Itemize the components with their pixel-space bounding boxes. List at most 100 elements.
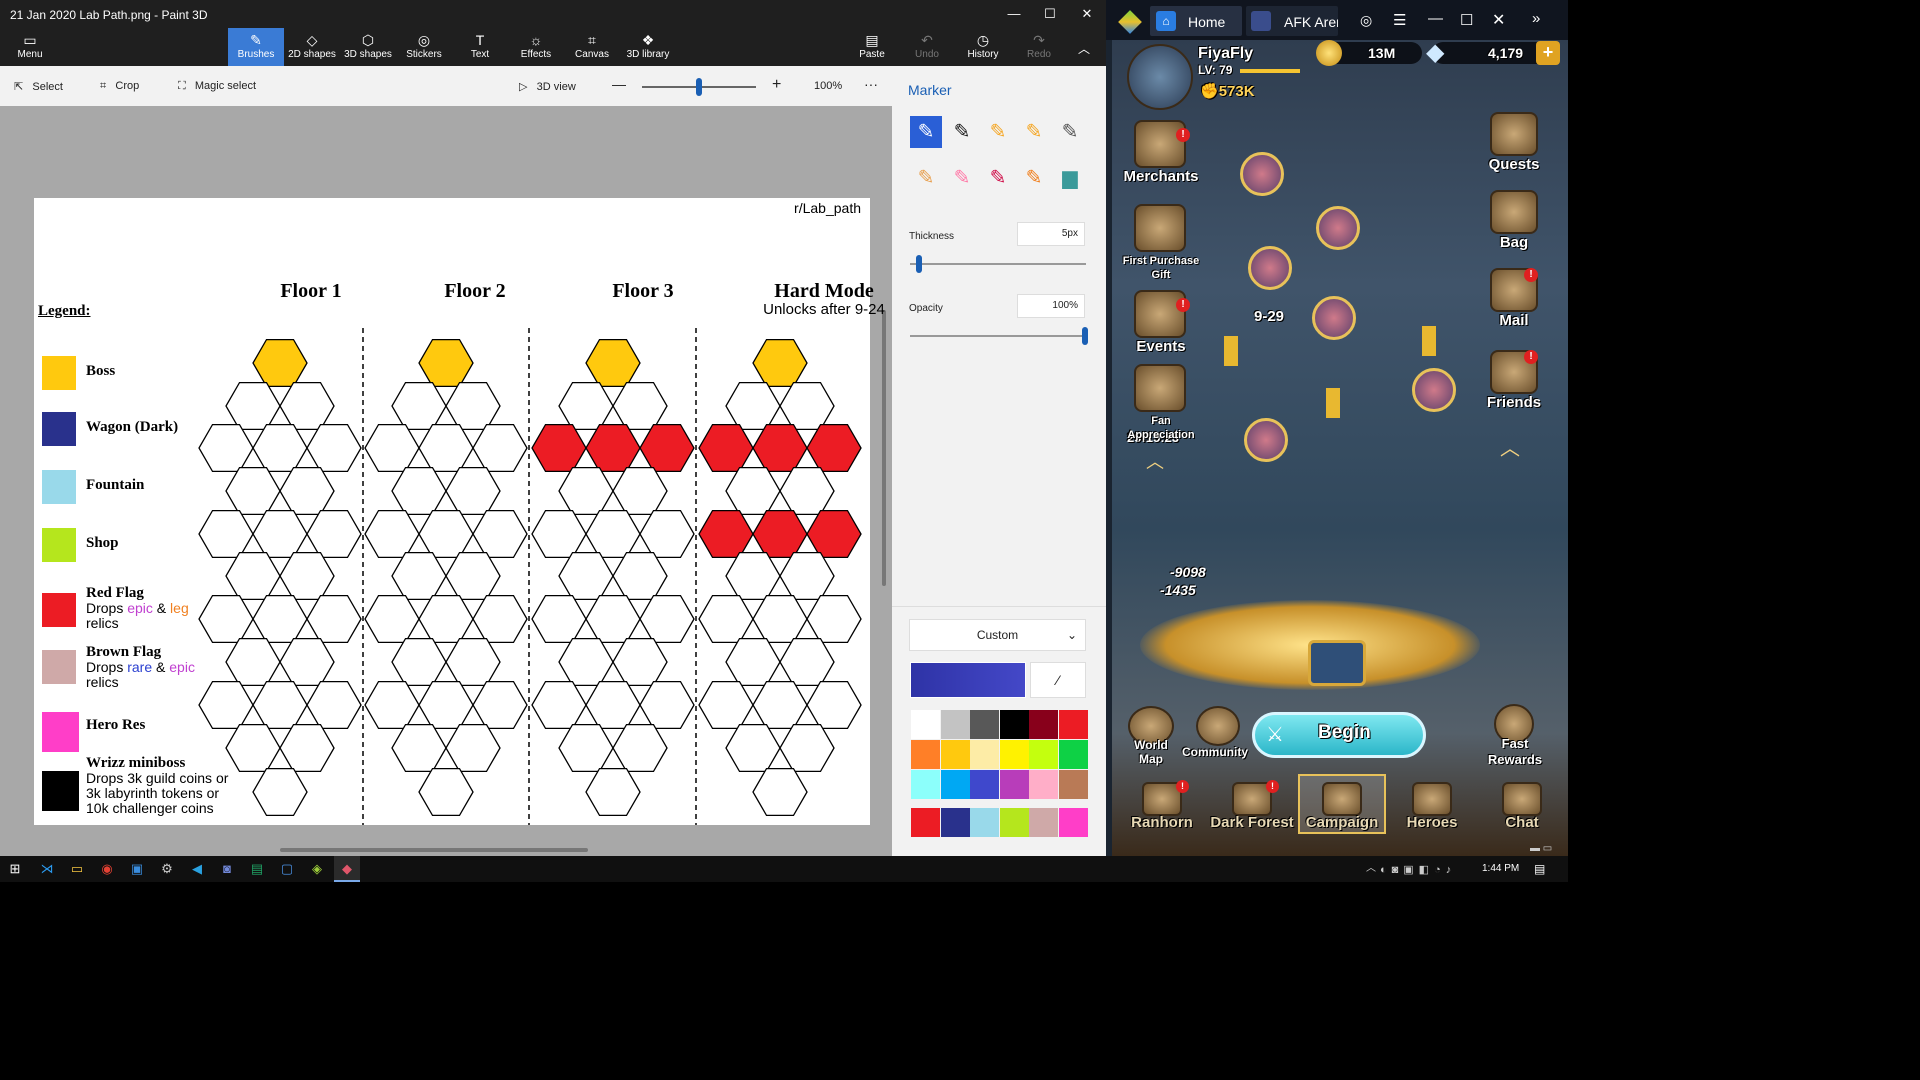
recent-color-swatch[interactable] [999, 808, 1029, 837]
discord-icon[interactable]: ◙ [214, 856, 240, 882]
brush-option-icon[interactable]: ✎ [910, 162, 942, 194]
palette-swatch[interactable] [1058, 770, 1088, 799]
paint3d-taskbar-icon[interactable]: ◆ [334, 856, 360, 882]
map-node-icon[interactable] [1412, 368, 1456, 412]
zoom-out-button[interactable]: — [612, 76, 626, 92]
palette-swatch[interactable] [911, 710, 940, 739]
recent-color-swatch[interactable] [970, 808, 999, 837]
player-avatar[interactable] [1127, 44, 1193, 110]
recent-color-swatch[interactable] [940, 808, 970, 837]
app-icon[interactable]: ▢ [274, 856, 300, 882]
color-mode-dropdown[interactable]: Custom ⌄ [909, 619, 1086, 651]
more-options-icon[interactable]: ··· [864, 76, 878, 92]
collapse-right-icon[interactable]: ︿ [1500, 432, 1520, 461]
menu-merchants-icon[interactable] [1134, 120, 1186, 168]
zoom-slider-thumb[interactable] [696, 78, 702, 96]
palette-swatch[interactable] [1058, 710, 1088, 739]
palette-swatch[interactable] [999, 710, 1029, 739]
palette-swatch[interactable] [1029, 770, 1058, 799]
brush-option-icon[interactable]: ✎ [1018, 162, 1050, 194]
bag-icon[interactable] [1490, 190, 1538, 234]
brush-option-icon[interactable]: ✎ [910, 116, 942, 148]
tool-shapes-2d[interactable]: ◇ 2D shapes [284, 28, 340, 66]
palette-swatch[interactable] [970, 710, 999, 739]
telegram-icon[interactable]: ◀ [184, 856, 210, 882]
community-icon[interactable] [1196, 706, 1240, 746]
steam-icon[interactable]: ⚙ [154, 856, 180, 882]
treasure-chest-icon[interactable] [1308, 640, 1366, 686]
recent-color-swatch[interactable] [1058, 808, 1088, 837]
map-node-icon[interactable] [1244, 418, 1288, 462]
palette-swatch[interactable] [1029, 710, 1058, 739]
map-node-icon[interactable] [1248, 246, 1292, 290]
maximize-button[interactable]: ☐ [1031, 0, 1069, 28]
vertical-scrollbar[interactable] [882, 310, 886, 586]
palette-swatch[interactable] [911, 770, 940, 799]
map-node-icon[interactable] [1316, 206, 1360, 250]
collapse-left-icon[interactable]: ︿ [1146, 448, 1164, 474]
view-3d-toggle[interactable]: ▷ 3D view [519, 80, 576, 93]
palette-swatch[interactable] [940, 770, 970, 799]
opacity-slider[interactable] [910, 335, 1086, 337]
palette-swatch[interactable] [940, 740, 970, 769]
emu-minimize-button[interactable]: — [1428, 10, 1443, 27]
palette-swatch[interactable] [911, 740, 940, 769]
thickness-slider-thumb[interactable] [915, 255, 922, 273]
tool-sticker[interactable]: ◎ Stickers [396, 28, 452, 66]
tray-icons[interactable]: ◐◙▣◧◔♪ [1380, 863, 1456, 876]
palette-swatch[interactable] [999, 770, 1029, 799]
quests-icon[interactable] [1490, 112, 1538, 156]
recent-color-swatch[interactable] [1029, 808, 1058, 837]
opacity-input[interactable]: 100% [1017, 294, 1085, 318]
zoom-in-button[interactable]: + [772, 76, 781, 94]
emu-sidebar-toggle-icon[interactable]: » [1532, 10, 1540, 27]
tool-canvas[interactable]: ⌗ Canvas [564, 28, 620, 66]
brush-option-icon[interactable]: ▆ [1054, 162, 1086, 194]
account-icon[interactable]: ◎ [1360, 12, 1372, 29]
chrome-icon[interactable]: ◉ [94, 856, 120, 882]
collapse-ribbon-icon[interactable]: ︿ [1078, 40, 1090, 57]
eyedropper-icon[interactable]: ⁄ [1030, 662, 1086, 698]
current-color-swatch[interactable] [910, 662, 1026, 698]
add-gems-button[interactable]: + [1536, 41, 1560, 65]
brush-option-icon[interactable]: ✎ [982, 116, 1014, 148]
crop-tool[interactable]: ⌗ Crop [100, 80, 139, 93]
menu-button[interactable]: ▭ Menu [2, 28, 58, 66]
emu-maximize-button[interactable]: ☐ [1460, 11, 1473, 29]
palette-swatch[interactable] [940, 710, 970, 739]
game-tab[interactable]: AFK Arer [1246, 6, 1338, 36]
tool-effects[interactable]: ☼ Effects [508, 28, 564, 66]
brush-option-icon[interactable]: ✎ [1018, 116, 1050, 148]
brush-option-icon[interactable]: ✎ [982, 162, 1014, 194]
recent-color-swatch[interactable] [911, 808, 940, 837]
palette-swatch[interactable] [970, 740, 999, 769]
map-node-icon[interactable] [1240, 152, 1284, 196]
opacity-slider-thumb[interactable] [1082, 327, 1088, 345]
tool-library[interactable]: ❖ 3D library [620, 28, 676, 66]
map-node-icon[interactable] [1312, 296, 1356, 340]
terminal-icon[interactable]: ▣ [124, 856, 150, 882]
palette-swatch[interactable] [1029, 740, 1058, 769]
sheets-icon[interactable]: ▤ [244, 856, 270, 882]
undo-button[interactable]: ↶ Undo [899, 28, 955, 66]
hamburger-menu-icon[interactable]: ☰ [1393, 11, 1406, 29]
palette-swatch[interactable] [999, 740, 1029, 769]
redo-button[interactable]: ↷ Redo [1011, 28, 1067, 66]
brush-option-icon[interactable]: ✎ [946, 162, 978, 194]
palette-swatch[interactable] [970, 770, 999, 799]
tool-text[interactable]: T Text [452, 28, 508, 66]
magic-select-tool[interactable]: ⛶ Magic select [178, 80, 256, 93]
thickness-slider[interactable] [910, 263, 1086, 265]
menu-events-icon[interactable] [1134, 290, 1186, 338]
palette-swatch[interactable] [1058, 740, 1088, 769]
close-button[interactable]: ✕ [1068, 0, 1106, 28]
tool-brush[interactable]: ✎ Brushes [228, 28, 284, 66]
thickness-input[interactable]: 5px [1017, 222, 1085, 246]
brush-option-icon[interactable]: ✎ [1054, 116, 1086, 148]
notifications-icon[interactable]: ▤ [1534, 862, 1545, 876]
brush-option-icon[interactable]: ✎ [946, 116, 978, 148]
menu-fan-appreciation-icon[interactable] [1134, 364, 1186, 412]
horizontal-scrollbar[interactable] [280, 848, 588, 852]
paste-button[interactable]: ▤ Paste [844, 28, 900, 66]
minimize-button[interactable]: — [995, 0, 1033, 28]
